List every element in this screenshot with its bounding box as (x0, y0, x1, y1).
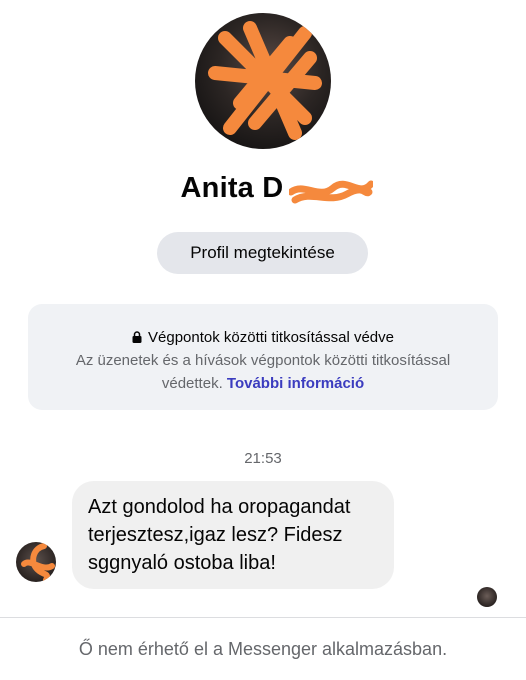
unavailable-notice: Ő nem érhető el a Messenger alkalmazásba… (0, 617, 526, 680)
sender-avatar[interactable] (16, 542, 56, 582)
profile-avatar[interactable] (195, 13, 331, 149)
profile-name-text: Anita D (180, 172, 284, 204)
profile-name: Anita Darkó (0, 172, 526, 205)
sender-redaction-scribble (21, 543, 55, 582)
encryption-notice: Végpontok közötti titkosítással védve Az… (28, 304, 498, 410)
message-bubble[interactable]: Azt gondolod ha oropagandat terjesztesz,… (72, 481, 394, 589)
encryption-title: Végpontok közötti titkosítással védve (28, 326, 498, 349)
encryption-title-text: Végpontok közötti titkosítással védve (148, 329, 394, 346)
more-info-link[interactable]: További információ (227, 375, 364, 392)
message-timestamp: 21:53 (244, 450, 282, 467)
view-profile-button[interactable]: Profil megtekintése (157, 232, 368, 274)
lock-icon (132, 330, 142, 343)
name-redaction-scribble (288, 180, 373, 204)
seen-indicator-avatar (477, 587, 497, 607)
redaction-scribble (208, 21, 322, 140)
encryption-description: Az üzenetek és a hívások végpontok közöt… (28, 349, 498, 395)
